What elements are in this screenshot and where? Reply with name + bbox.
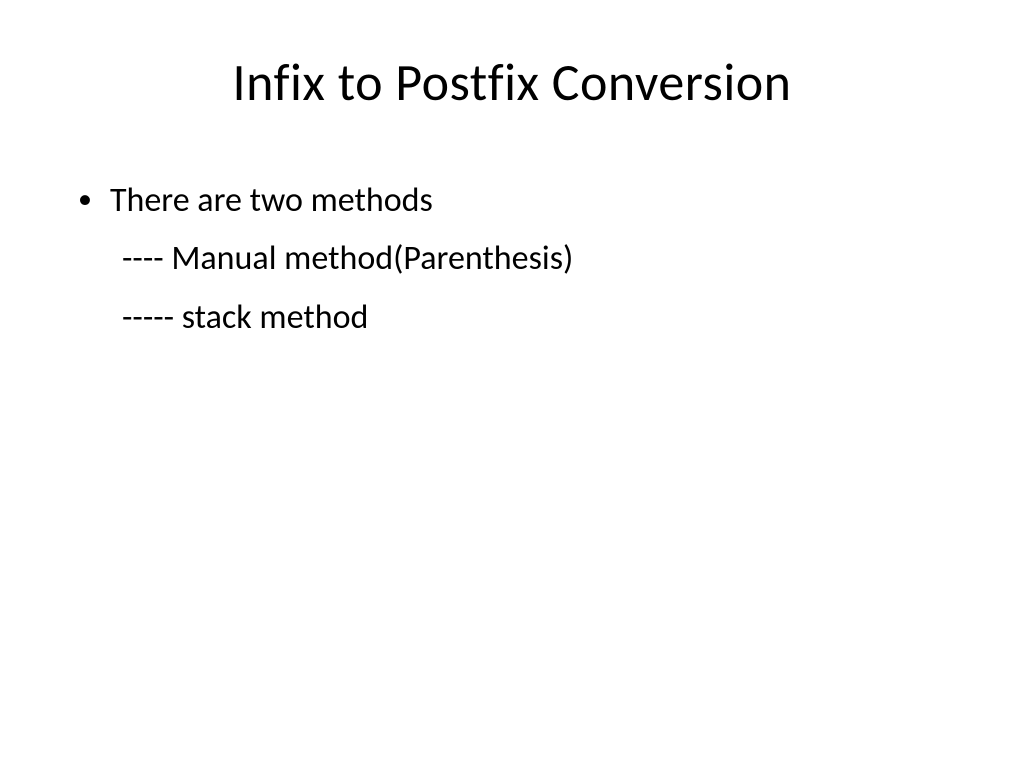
- bullet-item: • There are two methods: [70, 174, 954, 228]
- sub-item: ----- stack method: [122, 291, 954, 345]
- slide-container: Infix to Postfix Conversion • There are …: [0, 0, 1024, 768]
- bullet-marker: •: [78, 174, 92, 224]
- slide-content: • There are two methods ---- Manual meth…: [70, 174, 954, 345]
- slide-title: Infix to Postfix Conversion: [70, 50, 954, 114]
- sub-item: ---- Manual method(Parenthesis): [122, 232, 954, 286]
- bullet-text: There are two methods: [110, 174, 954, 228]
